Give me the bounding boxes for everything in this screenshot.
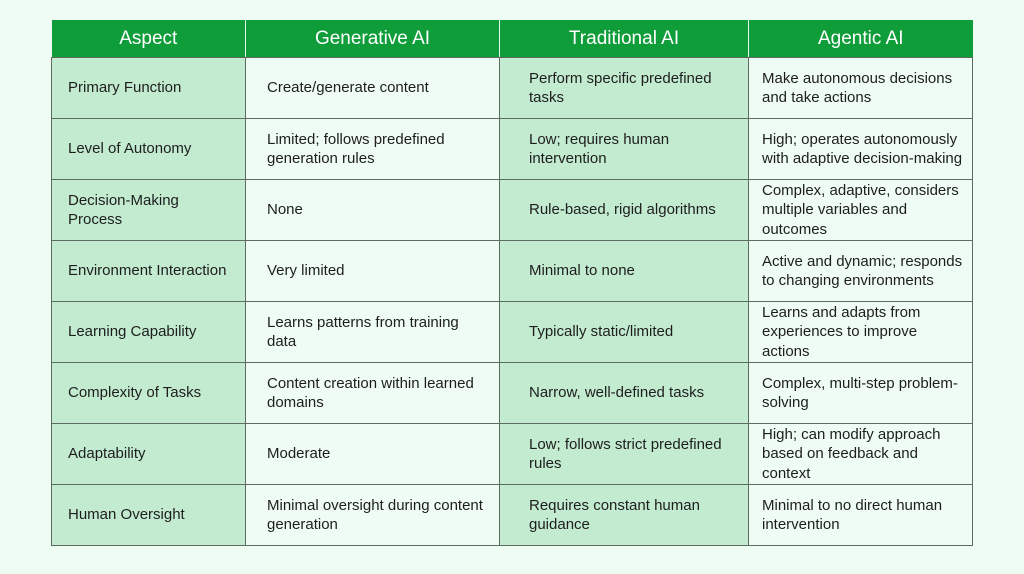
table-row: Complexity of Tasks Content creation wit… [51,362,973,424]
traditional-ai-cell: Low; requires human intervention [499,118,749,180]
table-row: Decision-Making Process None Rule-based,… [51,179,973,241]
generative-ai-cell: Moderate [245,423,500,485]
table-body: Primary Function Create/generate content… [51,57,973,546]
table-row: Primary Function Create/generate content… [51,57,973,119]
aspect-cell: Learning Capability [51,301,246,363]
traditional-ai-cell: Minimal to none [499,240,749,302]
agentic-ai-cell: Complex, adaptive, considers multiple va… [748,179,973,241]
agentic-ai-cell: Make autonomous decisions and take actio… [748,57,973,119]
agentic-ai-cell: Minimal to no direct human intervention [748,484,973,546]
aspect-cell: Human Oversight [51,484,246,546]
traditional-ai-cell: Low; follows strict predefined rules [499,423,749,485]
generative-ai-cell: Content creation within learned domains [245,362,500,424]
generative-ai-cell: Learns patterns from training data [245,301,500,363]
aspect-cell: Level of Autonomy [51,118,246,180]
agentic-ai-cell: High; operates autonomously with adaptiv… [748,118,973,180]
traditional-ai-cell: Rule-based, rigid algorithms [499,179,749,241]
table-header: Aspect Generative AI Traditional AI Agen… [51,20,973,58]
aspect-cell: Primary Function [51,57,246,119]
agentic-ai-cell: Learns and adapts from experiences to im… [748,301,973,363]
comparison-table: Aspect Generative AI Traditional AI Agen… [51,20,973,546]
traditional-ai-cell: Typically static/limited [499,301,749,363]
traditional-ai-cell: Perform specific predefined tasks [499,57,749,119]
traditional-ai-cell: Narrow, well-defined tasks [499,362,749,424]
aspect-cell: Decision-Making Process [51,179,246,241]
aspect-cell: Environment Interaction [51,240,246,302]
header-generative-ai: Generative AI [245,20,500,58]
generative-ai-cell: Create/generate content [245,57,500,119]
aspect-cell: Adaptability [51,423,246,485]
table-row: Environment Interaction Very limited Min… [51,240,973,302]
generative-ai-cell: None [245,179,500,241]
header-row: Aspect Generative AI Traditional AI Agen… [51,20,973,58]
table-row: Level of Autonomy Limited; follows prede… [51,118,973,180]
agentic-ai-cell: High; can modify approach based on feedb… [748,423,973,485]
table-row: Learning Capability Learns patterns from… [51,301,973,363]
table-row: Adaptability Moderate Low; follows stric… [51,423,973,485]
traditional-ai-cell: Requires constant human guidance [499,484,749,546]
generative-ai-cell: Limited; follows predefined generation r… [245,118,500,180]
generative-ai-cell: Minimal oversight during content generat… [245,484,500,546]
header-agentic-ai: Agentic AI [748,20,973,58]
header-aspect: Aspect [51,20,246,58]
generative-ai-cell: Very limited [245,240,500,302]
agentic-ai-cell: Complex, multi-step problem-solving [748,362,973,424]
agentic-ai-cell: Active and dynamic; responds to changing… [748,240,973,302]
table-row: Human Oversight Minimal oversight during… [51,484,973,546]
header-traditional-ai: Traditional AI [499,20,749,58]
aspect-cell: Complexity of Tasks [51,362,246,424]
